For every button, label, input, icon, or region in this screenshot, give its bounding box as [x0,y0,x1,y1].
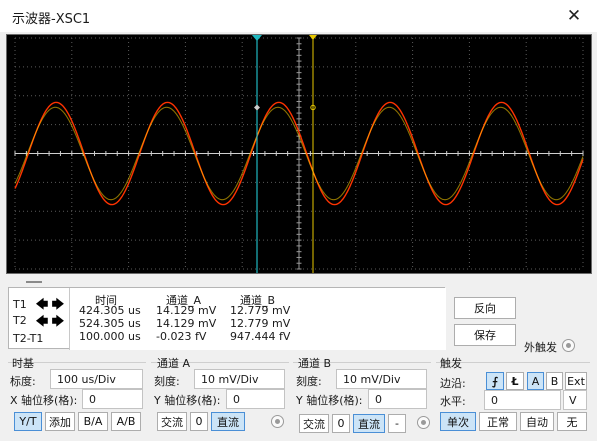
reverse-button[interactable]: 反向 [454,297,516,319]
trigger-source-a-button[interactable]: A [527,372,544,390]
timebase-title: 时基 [12,357,34,370]
save-button[interactable]: 保存 [454,324,516,346]
cursor-readout-panel: T1 🡄 🡆 T2 🡄 🡆 T2-T1 时间 通道_A 通道_B 424.305… [8,287,446,350]
dt-time-value: 100.000 us [79,330,141,343]
window-title: 示波器-XSC1 [12,12,91,27]
t1-time-value: 424.305 us [79,304,141,317]
channel-a-title: 通道 A [157,357,191,370]
channel-b-title: 通道 B [298,357,332,370]
x-position-field[interactable]: 0 [82,389,143,409]
splitter-handle[interactable] [26,281,42,283]
dt-channel-b-value: 947.444 fV [230,330,291,343]
channel-b-ypos-field[interactable]: 0 [368,389,427,409]
channel-b-dc-button[interactable]: 直流 [353,414,385,433]
timebase-scale-field[interactable]: 100 us/Div [50,369,143,389]
x-position-label: X 轴位移(格): [10,394,78,407]
trigger-source-ext-button[interactable]: Ext [565,372,587,390]
channel-a-ypos-label: Y 轴位移(格): [154,394,221,407]
t2-t1-label: T2-T1 [13,332,44,345]
mode-yt-button[interactable]: Y/T [14,412,42,431]
trigger-none-button[interactable]: 无 [557,412,587,431]
trigger-single-button[interactable]: 单次 [440,412,476,431]
mode-ab-button[interactable]: A/B [111,412,141,431]
ext-trigger-terminal[interactable] [562,339,575,352]
trigger-source-b-button[interactable]: B [546,372,563,390]
t2-left-arrow-icon[interactable]: 🡄 [35,314,49,328]
trigger-normal-button[interactable]: 正常 [479,412,517,431]
channel-a-dc-button[interactable]: 直流 [211,412,245,431]
trigger-edge-label: 边沿: [440,377,466,390]
t2-label: T2 [13,314,27,327]
t2-channel-b-value: 12.779 mV [230,317,291,330]
channel-a-ac-button[interactable]: 交流 [157,412,187,431]
trigger-title: 触发 [440,357,462,370]
mode-add-button[interactable]: 添加 [45,412,75,431]
close-button[interactable]: ✕ [551,0,597,32]
channel-a-zero-button[interactable]: 0 [190,412,208,431]
falling-edge-button[interactable]: Ł [506,372,524,390]
cursor-readout-table: 时间 通道_A 通道_B 424.305 us 14.129 mV 12.779… [69,288,446,350]
t2-right-arrow-icon[interactable]: 🡆 [51,314,65,328]
rising-edge-icon: ⨍ [491,374,499,388]
title-bar: 示波器-XSC1 ✕ [0,0,597,32]
t1-right-arrow-icon[interactable]: 🡆 [51,297,65,311]
trigger-level-unit[interactable]: V [563,390,587,410]
timebase-scale-label: 标度: [10,375,36,388]
trigger-auto-button[interactable]: 自动 [520,412,554,431]
mode-ba-button[interactable]: B/A [78,412,108,431]
ext-trigger-label: 外触发 [524,341,557,354]
t1-label: T1 [13,298,27,311]
channel-b-ac-button[interactable]: 交流 [299,414,329,433]
t2-channel-a-value: 14.129 mV [156,317,217,330]
t1-left-arrow-icon[interactable]: 🡄 [35,297,49,311]
channel-b-terminal[interactable] [417,416,430,429]
falling-edge-icon: Ł [511,374,519,388]
t1-channel-a-value: 14.129 mV [156,304,217,317]
channel-b-ypos-label: Y 轴位移(格): [296,394,363,407]
channel-b-zero-button[interactable]: 0 [332,414,350,433]
dt-channel-a-value: -0.023 fV [156,330,207,343]
channel-b-invert-button[interactable]: - [388,414,406,433]
channel-a-ypos-field[interactable]: 0 [226,389,285,409]
t1-channel-b-value: 12.779 mV [230,304,291,317]
t2-time-value: 524.305 us [79,317,141,330]
channel-a-scale-field[interactable]: 10 mV/Div [194,369,285,389]
trigger-level-field[interactable]: 0 [484,390,561,410]
trigger-level-label: 水平: [440,395,466,408]
close-icon: ✕ [566,6,582,26]
channel-a-terminal[interactable] [271,415,284,428]
channel-b-scale-field[interactable]: 10 mV/Div [336,369,427,389]
rising-edge-button[interactable]: ⨍ [486,372,504,390]
channel-b-scale-label: 刻度: [296,375,322,388]
channel-a-scale-label: 刻度: [154,375,180,388]
scope-display [7,35,591,273]
